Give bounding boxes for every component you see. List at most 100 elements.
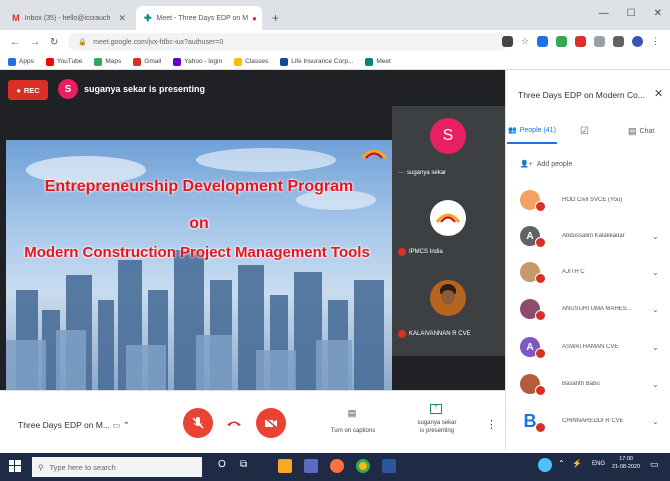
bookmark-yahoo[interactable]: Yahoo - login bbox=[173, 57, 222, 66]
slide-title-line-2: on bbox=[189, 215, 209, 232]
participant-row[interactable]: A ASWATHAMAN CVE ⌄ bbox=[520, 335, 665, 359]
minimize-icon[interactable]: — bbox=[599, 8, 609, 19]
tab-indicator bbox=[507, 142, 557, 144]
bookmark-lic[interactable]: Life Insurance Corp... bbox=[280, 57, 353, 66]
camera-off-icon bbox=[264, 417, 278, 429]
browser-tab-bar: M Inbox (35) - hello@iccrauch ✕ ✚ Meet -… bbox=[0, 0, 670, 30]
mic-off-icon bbox=[535, 237, 546, 248]
avatar: A bbox=[520, 337, 546, 359]
tab-people[interactable]: 👥 People (41) bbox=[508, 126, 556, 135]
hang-up-icon bbox=[227, 421, 241, 426]
chevron-down-icon[interactable]: ⌄ bbox=[652, 232, 659, 241]
chevron-up-icon[interactable]: ⌃ bbox=[558, 459, 565, 468]
bookmarks-bar: Apps YouTube Maps Gmail Yahoo - login Cl… bbox=[0, 54, 670, 70]
lock-icon: 🔒 bbox=[78, 39, 88, 46]
extension-icon[interactable] bbox=[594, 36, 605, 47]
close-icon[interactable]: ✕ bbox=[654, 87, 663, 100]
camera-icon[interactable] bbox=[501, 36, 513, 47]
bookmark-gmail[interactable]: Gmail bbox=[133, 57, 161, 66]
classroom-icon bbox=[234, 57, 243, 66]
task-view-icon[interactable]: ⧉ bbox=[240, 459, 247, 470]
ipmcs-logo bbox=[430, 200, 466, 236]
star-icon[interactable]: ☆ bbox=[521, 36, 529, 47]
language-indicator[interactable]: ENG bbox=[592, 461, 605, 467]
store-icon[interactable] bbox=[304, 459, 318, 473]
chevron-down-icon[interactable]: ⌄ bbox=[652, 305, 659, 314]
file-explorer-icon[interactable] bbox=[278, 459, 292, 473]
extension-icon[interactable] bbox=[575, 36, 586, 47]
participant-row[interactable]: Basanth Babu ⌄ bbox=[520, 372, 665, 396]
camera-toggle-button[interactable] bbox=[256, 408, 286, 438]
taskbar-search[interactable]: ⚲ Type here to search bbox=[32, 457, 202, 477]
bookmark-youtube[interactable]: YouTube bbox=[45, 57, 82, 66]
meet-icon bbox=[365, 57, 374, 66]
tab-gmail[interactable]: M Inbox (35) - hello@iccrauch ✕ bbox=[4, 6, 134, 30]
presenting-button[interactable]: suganya sekar is presenting bbox=[402, 420, 472, 436]
recording-badge: ● REC bbox=[8, 80, 48, 100]
tab-label: Meet - Three Days EDP on M bbox=[156, 14, 249, 22]
participant-row[interactable]: ANUSURI UMA MAHES... ⌄ bbox=[520, 297, 665, 321]
maximize-icon[interactable]: ☐ bbox=[627, 8, 636, 19]
recording-dot-icon: ● bbox=[252, 13, 257, 23]
people-icon: 👥 bbox=[508, 127, 517, 134]
reload-icon[interactable]: ↻ bbox=[50, 37, 58, 48]
mic-off-icon bbox=[535, 385, 546, 396]
cortana-icon[interactable]: O bbox=[218, 459, 226, 470]
bookmark-meet[interactable]: Meet bbox=[365, 57, 391, 66]
word-icon[interactable] bbox=[382, 459, 396, 473]
firefox-icon[interactable] bbox=[330, 459, 344, 473]
chevron-down-icon[interactable]: ⌄ bbox=[652, 417, 659, 426]
tab-chat[interactable]: ▤ Chat bbox=[628, 126, 654, 137]
windows-start-icon[interactable] bbox=[9, 460, 21, 472]
new-tab-button[interactable]: + bbox=[264, 6, 284, 30]
mic-off-icon bbox=[535, 310, 546, 321]
profile-avatar[interactable] bbox=[632, 36, 643, 47]
network-icon[interactable]: ⚡ bbox=[572, 459, 582, 468]
chevron-down-icon[interactable]: ⌄ bbox=[652, 380, 659, 389]
captions-button-label[interactable]: Turn on captions bbox=[318, 428, 388, 436]
bookmark-classes[interactable]: Classes bbox=[234, 57, 268, 66]
chevron-up-icon: ⌃ bbox=[122, 420, 130, 430]
more-options-icon[interactable]: ⋮ bbox=[486, 418, 497, 432]
back-icon[interactable]: ← bbox=[10, 37, 20, 48]
captions-icon[interactable]: ▤ bbox=[345, 408, 359, 420]
menu-icon[interactable]: ⋮ bbox=[651, 36, 660, 47]
meeting-details[interactable]: Three Days EDP on M... ▭ ⌃ bbox=[18, 420, 130, 431]
participant-row[interactable]: HOD Civil SVCE (You) bbox=[520, 188, 665, 212]
chevron-down-icon[interactable]: ⌄ bbox=[652, 268, 659, 277]
participant-row[interactable]: B CHINNAREDDI R CVE ⌄ bbox=[520, 409, 665, 433]
add-people-button[interactable]: 👤+ Add people bbox=[520, 160, 572, 169]
notifications-icon[interactable]: ▭ bbox=[650, 459, 659, 470]
tab-activities[interactable]: ☑ bbox=[580, 126, 589, 137]
search-icon: ⚲ bbox=[38, 462, 44, 472]
gmail-icon bbox=[133, 57, 142, 66]
avatar bbox=[520, 190, 546, 212]
participant-row[interactable]: A Abdussalim Kalakkadar ⌄ bbox=[520, 224, 665, 248]
url-field[interactable]: 🔒 meet.google.com/jvx-fdbc-iux?authuser=… bbox=[68, 33, 509, 51]
slide-title-line-1: Entrepreneurship Development Program bbox=[44, 178, 354, 195]
checklist-icon: ☑ bbox=[580, 126, 589, 137]
gmail-icon: M bbox=[12, 13, 20, 23]
clock[interactable]: 17:00 21-08-2020 bbox=[612, 456, 640, 471]
participant-row[interactable]: AJITH C ⌄ bbox=[520, 260, 665, 284]
weather-icon[interactable] bbox=[538, 458, 552, 472]
extension-icon[interactable] bbox=[556, 36, 567, 47]
extension-icon[interactable] bbox=[613, 36, 624, 47]
avatar bbox=[520, 299, 546, 321]
present-icon[interactable]: ⇡ bbox=[430, 404, 442, 414]
close-icon[interactable]: ✕ bbox=[118, 13, 126, 24]
avatar bbox=[520, 262, 546, 284]
chevron-down-icon[interactable]: ⌄ bbox=[652, 343, 659, 352]
extension-icon[interactable] bbox=[537, 36, 548, 47]
mic-off-icon bbox=[192, 417, 204, 429]
chrome-icon[interactable] bbox=[356, 459, 370, 473]
bookmark-apps[interactable]: Apps bbox=[8, 57, 34, 66]
close-window-icon[interactable]: ✕ bbox=[654, 8, 662, 19]
bookmark-maps[interactable]: Maps bbox=[94, 57, 121, 66]
mic-toggle-button[interactable] bbox=[183, 408, 213, 438]
tab-meet[interactable]: ✚ Meet - Three Days EDP on M ● ✕ bbox=[136, 6, 262, 30]
mic-off-icon bbox=[535, 422, 546, 433]
forward-icon[interactable]: → bbox=[30, 37, 40, 48]
leave-call-button[interactable] bbox=[219, 408, 249, 438]
address-bar: ← → ↻ 🔒 meet.google.com/jvx-fdbc-iux?aut… bbox=[0, 30, 670, 54]
